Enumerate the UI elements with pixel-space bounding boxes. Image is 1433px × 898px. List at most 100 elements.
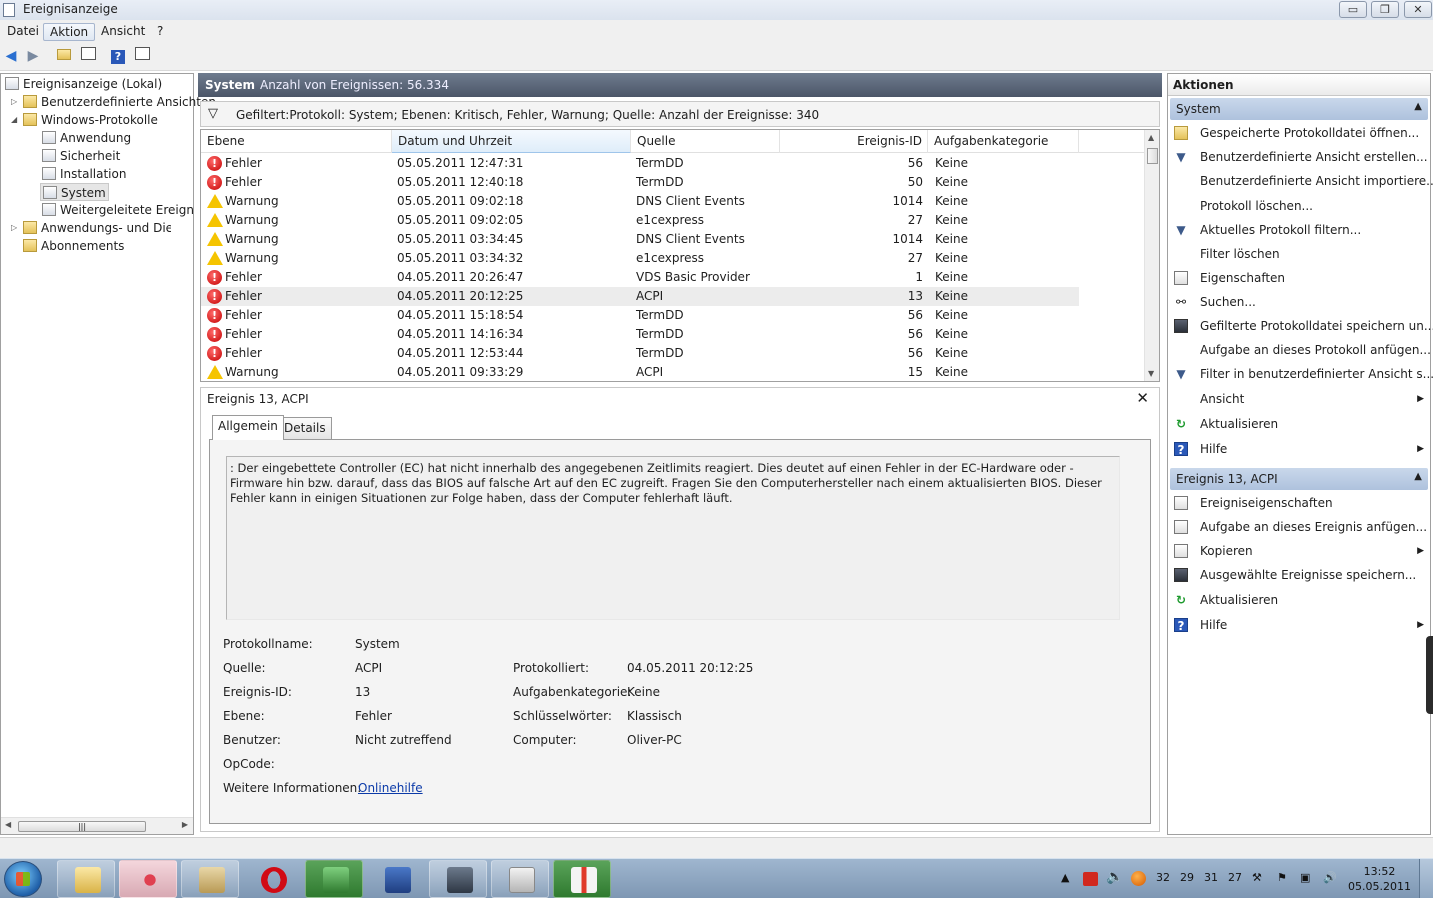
table-row[interactable]: ! Fehler 04.05.2011 12:53:44 TermDD 56 Keine (201, 344, 1079, 363)
taskbar-snipping[interactable] (119, 860, 177, 898)
maximize-button[interactable]: ❐ (1371, 1, 1399, 18)
tree-root[interactable]: Ereignisanzeige (Lokal) (5, 75, 162, 93)
tab-details[interactable]: Details (278, 417, 332, 439)
actions-section-event[interactable]: Ereignis 13, ACPI ▲ (1170, 468, 1428, 490)
column-ebene[interactable]: Ebene (201, 130, 392, 153)
menu-ansicht[interactable]: Ansicht (95, 23, 151, 41)
event-description[interactable]: : Der eingebettete Controller (EC) hat n… (226, 456, 1120, 620)
details-close-icon[interactable]: ✕ (1136, 389, 1149, 407)
taskbar-event-viewer[interactable] (491, 860, 549, 898)
action-item[interactable]: Ereigniseigenschaften (1168, 492, 1430, 514)
collapse-icon[interactable]: ◢ (11, 111, 17, 129)
tree-app-services[interactable]: ▷ Anwendungs- und Dienstprotokolle (11, 219, 193, 237)
tree-log-sicherheit[interactable]: Sicherheit (42, 147, 120, 165)
close-button[interactable]: ✕ (1404, 1, 1432, 18)
action-item[interactable]: ▼ Benutzerdefinierte Ansicht erstellen... (1168, 146, 1430, 168)
tray-orange-icon[interactable] (1131, 871, 1146, 886)
column-datum[interactable]: Datum und Uhrzeit (392, 130, 631, 153)
action-item[interactable]: ▼ Filter in benutzerdefinierter Ansicht s… (1168, 363, 1433, 385)
show-hide-actions-icon[interactable] (133, 47, 151, 65)
tray-app-icon[interactable] (1083, 872, 1098, 886)
expand-icon[interactable]: ▷ (11, 93, 17, 111)
action-item[interactable]: ? Hilfe ▶ (1168, 438, 1430, 460)
table-row[interactable]: ! Fehler 04.05.2011 15:18:54 TermDD 56 Keine (201, 306, 1079, 325)
side-handle[interactable] (1426, 636, 1433, 714)
volume-icon[interactable]: 🔈 (1106, 869, 1123, 885)
table-row[interactable]: Warnung 05.05.2011 09:02:05 e1cexpress 27 Ke… (201, 211, 1079, 230)
table-row[interactable]: ! Fehler 05.05.2011 12:47:31 TermDD 56 Keine (201, 154, 1079, 173)
taskbar-network[interactable] (367, 860, 425, 898)
column-quelle[interactable]: Quelle (631, 130, 780, 153)
menu-datei[interactable]: Datei (1, 23, 45, 41)
scroll-thumb[interactable]: ||| (18, 821, 146, 832)
collapse-caret-icon[interactable]: ▲ (1414, 471, 1422, 482)
tree-log-system[interactable]: System (40, 183, 109, 201)
taskbar-explorer[interactable] (57, 860, 115, 898)
actions-section-system[interactable]: System ▲ (1170, 98, 1428, 120)
table-row[interactable]: ! Fehler 05.05.2011 12:40:18 TermDD 50 Keine (201, 173, 1079, 192)
action-item[interactable]: Aufgabe an dieses Ereignis anfügen... (1168, 516, 1430, 538)
column-ereignis-id[interactable]: Ereignis-ID (780, 130, 928, 153)
action-item[interactable]: ? Hilfe ▶ (1168, 614, 1430, 636)
start-button[interactable] (4, 861, 42, 897)
action-item[interactable]: Filter löschen (1168, 243, 1430, 265)
help-icon[interactable]: ? (109, 47, 127, 65)
collapse-caret-icon[interactable]: ▲ (1414, 101, 1422, 112)
table-row[interactable]: Warnung 05.05.2011 09:02:18 DNS Client Eve… (201, 192, 1079, 211)
tree-horizontal-scrollbar[interactable]: ◀ ||| ▶ (1, 817, 193, 834)
action-item[interactable]: Ansicht ▶ (1168, 388, 1430, 410)
tray-tool-icon[interactable]: ⚒ (1252, 871, 1262, 884)
network-tray-icon[interactable]: ▣ (1300, 871, 1310, 884)
forward-arrow-icon[interactable]: ▶ (24, 47, 42, 65)
tree-windows-logs[interactable]: ◢ Windows-Protokolle (11, 111, 158, 129)
taskbar-app-green[interactable] (305, 860, 363, 898)
back-arrow-icon[interactable]: ◀ (2, 47, 20, 65)
action-item[interactable]: ↻ Aktualisieren (1168, 589, 1430, 611)
action-item[interactable]: Ausgewählte Ereignisse speichern... (1168, 564, 1430, 586)
event-list-scrollbar[interactable]: ▲ ▼ (1144, 130, 1159, 381)
action-item[interactable]: Kopieren ▶ (1168, 540, 1430, 562)
action-item[interactable]: Benutzerdefinierte Ansicht importiere... (1168, 170, 1433, 192)
tree-log-forwarded[interactable]: Weitergeleitete Ereignisse (42, 201, 193, 219)
tab-allgemein[interactable]: Allgemein (212, 415, 284, 440)
speaker-tray-icon[interactable]: 🔊 (1323, 871, 1337, 884)
scroll-down-icon[interactable]: ▼ (1148, 369, 1154, 378)
action-item[interactable]: ↻ Aktualisieren (1168, 413, 1430, 435)
action-item[interactable]: Aufgabe an dieses Protokoll anfügen... (1168, 339, 1431, 361)
folder-up-icon[interactable] (55, 47, 73, 65)
taskbar-thermometer[interactable] (553, 860, 611, 898)
tree-log-anwendung[interactable]: Anwendung (42, 129, 131, 147)
tree-custom-views[interactable]: ▷ Benutzerdefinierte Ansichten (11, 93, 216, 111)
action-item[interactable]: Gefilterte Protokolldatei speichern un..… (1168, 315, 1433, 337)
clock[interactable]: 13:52 05.05.2011 (1348, 864, 1411, 894)
tree-log-installation[interactable]: Installation (42, 165, 126, 183)
tray-expand-icon[interactable]: ▲ (1061, 871, 1069, 884)
menu-help[interactable]: ? (151, 23, 169, 41)
column-aufgabenkategorie[interactable]: Aufgabenkategorie (928, 130, 1079, 153)
table-row[interactable]: ! Fehler 04.05.2011 14:16:34 TermDD 56 Keine (201, 325, 1079, 344)
action-item[interactable]: Gespeicherte Protokolldatei öffnen... (1168, 122, 1430, 144)
taskbar-opera[interactable] (243, 860, 301, 898)
expand-icon[interactable]: ▷ (11, 219, 17, 237)
scroll-right-icon[interactable]: ▶ (182, 820, 188, 829)
show-desktop-button[interactable] (1419, 859, 1433, 898)
table-row[interactable]: ! Fehler 04.05.2011 20:12:25 ACPI 13 Keine (201, 287, 1079, 306)
table-row[interactable]: Warnung 05.05.2011 03:34:45 DNS Client Eve… (201, 230, 1079, 249)
show-hide-tree-icon[interactable] (79, 47, 97, 65)
action-item[interactable]: ⚯ Suchen... (1168, 291, 1430, 313)
taskbar-computer[interactable] (429, 860, 487, 898)
scroll-left-icon[interactable]: ◀ (5, 820, 11, 829)
minimize-button[interactable]: ▭ (1339, 1, 1367, 18)
table-row[interactable]: ! Fehler 04.05.2011 20:26:47 VDS Basic Prov… (201, 268, 1079, 287)
scroll-thumb[interactable] (1147, 148, 1158, 164)
taskbar-folder[interactable] (181, 860, 239, 898)
table-row[interactable]: Warnung 05.05.2011 03:34:32 e1cexpress 27 Ke… (201, 249, 1079, 268)
action-item[interactable]: Protokoll löschen... (1168, 195, 1430, 217)
action-center-flag-icon[interactable]: ⚑ (1277, 871, 1287, 884)
scroll-up-icon[interactable]: ▲ (1148, 133, 1154, 142)
action-item[interactable]: Eigenschaften (1168, 267, 1430, 289)
tree-subscriptions[interactable]: Abonnements (23, 237, 124, 255)
menu-aktion[interactable]: Aktion (43, 23, 96, 41)
table-row[interactable]: Warnung 04.05.2011 09:33:29 ACPI 15 Keine (201, 363, 1079, 381)
online-help-link[interactable]: Onlinehilfe (358, 781, 423, 795)
